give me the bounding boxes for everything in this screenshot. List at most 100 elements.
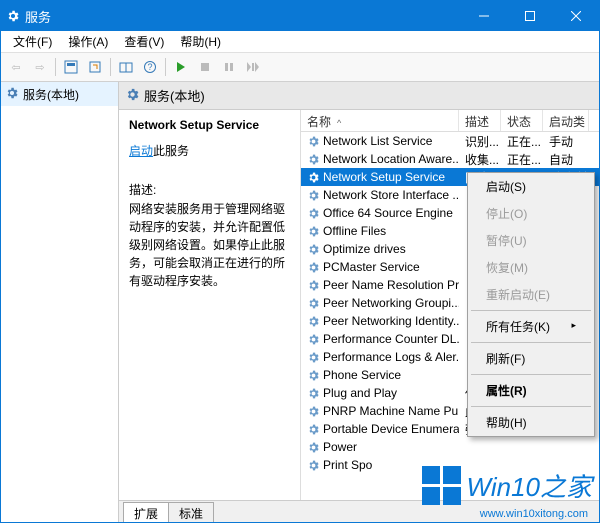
cm-pause[interactable]: 暂停(U) bbox=[468, 227, 594, 254]
service-name: Performance Logs & Aler... bbox=[323, 350, 459, 364]
gear-icon bbox=[307, 369, 320, 382]
menu-help[interactable]: 帮助(H) bbox=[172, 31, 229, 52]
service-startup: 手动 bbox=[543, 133, 589, 150]
gear-icon bbox=[307, 405, 320, 418]
refresh-button[interactable] bbox=[115, 56, 137, 78]
gear-icon bbox=[307, 387, 320, 400]
col-startup[interactable]: 启动类 bbox=[543, 110, 589, 131]
gear-icon bbox=[307, 315, 320, 328]
gear-icon bbox=[125, 87, 140, 105]
col-desc[interactable]: 描述 bbox=[459, 110, 501, 131]
close-button[interactable] bbox=[553, 1, 599, 31]
stop-button[interactable] bbox=[194, 56, 216, 78]
service-status: 正在... bbox=[501, 151, 543, 168]
watermark-text: Win10之家 bbox=[467, 467, 592, 504]
service-name: Network Setup Service bbox=[323, 170, 445, 184]
cm-resume[interactable]: 恢复(M) bbox=[468, 254, 594, 281]
cm-properties[interactable]: 属性(R) bbox=[468, 377, 594, 404]
window-title: 服务 bbox=[25, 7, 461, 26]
service-name: Network Store Interface ... bbox=[323, 188, 459, 202]
gear-icon bbox=[5, 86, 19, 103]
gear-icon bbox=[307, 225, 320, 238]
svg-text:?: ? bbox=[147, 62, 152, 72]
gear-icon bbox=[307, 441, 320, 454]
gear-icon bbox=[307, 333, 320, 346]
cm-refresh[interactable]: 刷新(F) bbox=[468, 345, 594, 372]
menu-view[interactable]: 查看(V) bbox=[116, 31, 172, 52]
gear-icon bbox=[307, 207, 320, 220]
col-name[interactable]: 名称 bbox=[301, 110, 459, 131]
service-name: Network Location Aware... bbox=[323, 152, 459, 166]
titlebar[interactable]: 服务 bbox=[1, 1, 599, 31]
gear-icon bbox=[307, 243, 320, 256]
help-button[interactable]: ? bbox=[139, 56, 161, 78]
right-header-label: 服务(本地) bbox=[144, 86, 205, 105]
toolbar: ⇦ ⇨ ? bbox=[1, 53, 599, 82]
service-row[interactable]: Network Location Aware...收集...正在...自动 bbox=[301, 150, 599, 168]
play-button[interactable] bbox=[170, 56, 192, 78]
service-name: Performance Counter DL... bbox=[323, 332, 459, 346]
service-name: Phone Service bbox=[323, 368, 401, 382]
service-name: Print Spo bbox=[323, 458, 372, 472]
gear-icon bbox=[307, 261, 320, 274]
tree-pane[interactable]: 服务(本地) bbox=[1, 82, 119, 522]
column-headers: 名称 描述 状态 启动类 bbox=[301, 110, 599, 132]
service-name: PNRP Machine Name Pu... bbox=[323, 404, 459, 418]
cm-restart[interactable]: 重新启动(E) bbox=[468, 281, 594, 308]
tree-root-node[interactable]: 服务(本地) bbox=[1, 82, 118, 106]
context-menu: 启动(S) 停止(O) 暂停(U) 恢复(M) 重新启动(E) 所有任务(K) … bbox=[467, 172, 595, 437]
service-startup: 自动 bbox=[543, 151, 589, 168]
gear-icon bbox=[1, 9, 25, 23]
gear-icon bbox=[307, 297, 320, 310]
gear-icon bbox=[307, 153, 320, 166]
forward-button[interactable]: ⇨ bbox=[29, 56, 51, 78]
gear-icon bbox=[307, 351, 320, 364]
cm-all-tasks[interactable]: 所有任务(K) bbox=[468, 313, 594, 340]
service-name: Portable Device Enumera... bbox=[323, 422, 459, 436]
description-label: 描述: bbox=[129, 181, 290, 198]
service-desc: 收集... bbox=[459, 151, 501, 168]
export-button[interactable] bbox=[84, 56, 106, 78]
properties-button[interactable] bbox=[60, 56, 82, 78]
service-status: 正在... bbox=[501, 133, 543, 150]
tree-root-label: 服务(本地) bbox=[23, 86, 79, 103]
menubar: 文件(F) 操作(A) 查看(V) 帮助(H) bbox=[1, 31, 599, 53]
tab-standard[interactable]: 标准 bbox=[168, 502, 214, 522]
tab-extended[interactable]: 扩展 bbox=[123, 502, 169, 522]
service-desc: 识别... bbox=[459, 133, 501, 150]
gear-icon bbox=[307, 459, 320, 472]
gear-icon bbox=[307, 135, 320, 148]
description-text: 网络安装服务用于管理网络驱动程序的安装，并允许配置低级别网络设置。如果停止此服务… bbox=[129, 200, 290, 290]
gear-icon bbox=[307, 171, 320, 184]
minimize-button[interactable] bbox=[461, 1, 507, 31]
cm-start[interactable]: 启动(S) bbox=[468, 173, 594, 200]
maximize-button[interactable] bbox=[507, 1, 553, 31]
cm-help[interactable]: 帮助(H) bbox=[468, 409, 594, 436]
start-link[interactable]: 启动 bbox=[129, 144, 153, 158]
service-name: Peer Name Resolution Pr... bbox=[323, 278, 459, 292]
service-row[interactable]: Power bbox=[301, 438, 599, 456]
col-status[interactable]: 状态 bbox=[501, 110, 543, 131]
menu-action[interactable]: 操作(A) bbox=[60, 31, 116, 52]
service-name: Plug and Play bbox=[323, 386, 397, 400]
gear-icon bbox=[307, 279, 320, 292]
restart-button[interactable] bbox=[242, 56, 264, 78]
pause-button[interactable] bbox=[218, 56, 240, 78]
service-name: Power bbox=[323, 440, 357, 454]
watermark-logo: Win10之家 bbox=[422, 466, 592, 505]
service-name: Peer Networking Identity... bbox=[323, 314, 459, 328]
service-name: Network List Service bbox=[323, 134, 432, 148]
selected-service-name: Network Setup Service bbox=[129, 118, 290, 132]
right-header: 服务(本地) bbox=[119, 82, 599, 110]
gear-icon bbox=[307, 423, 320, 436]
service-row[interactable]: Network List Service 识别...正在...手动 bbox=[301, 132, 599, 150]
service-name: Peer Networking Groupi... bbox=[323, 296, 459, 310]
watermark-url: www.win10xitong.com bbox=[480, 508, 588, 520]
service-name: Office 64 Source Engine bbox=[323, 206, 453, 220]
menu-file[interactable]: 文件(F) bbox=[5, 31, 60, 52]
cm-stop[interactable]: 停止(O) bbox=[468, 200, 594, 227]
gear-icon bbox=[307, 189, 320, 202]
service-details-pane: Network Setup Service 启动此服务 描述: 网络安装服务用于… bbox=[119, 110, 301, 500]
service-name: PCMaster Service bbox=[323, 260, 420, 274]
back-button[interactable]: ⇦ bbox=[5, 56, 27, 78]
